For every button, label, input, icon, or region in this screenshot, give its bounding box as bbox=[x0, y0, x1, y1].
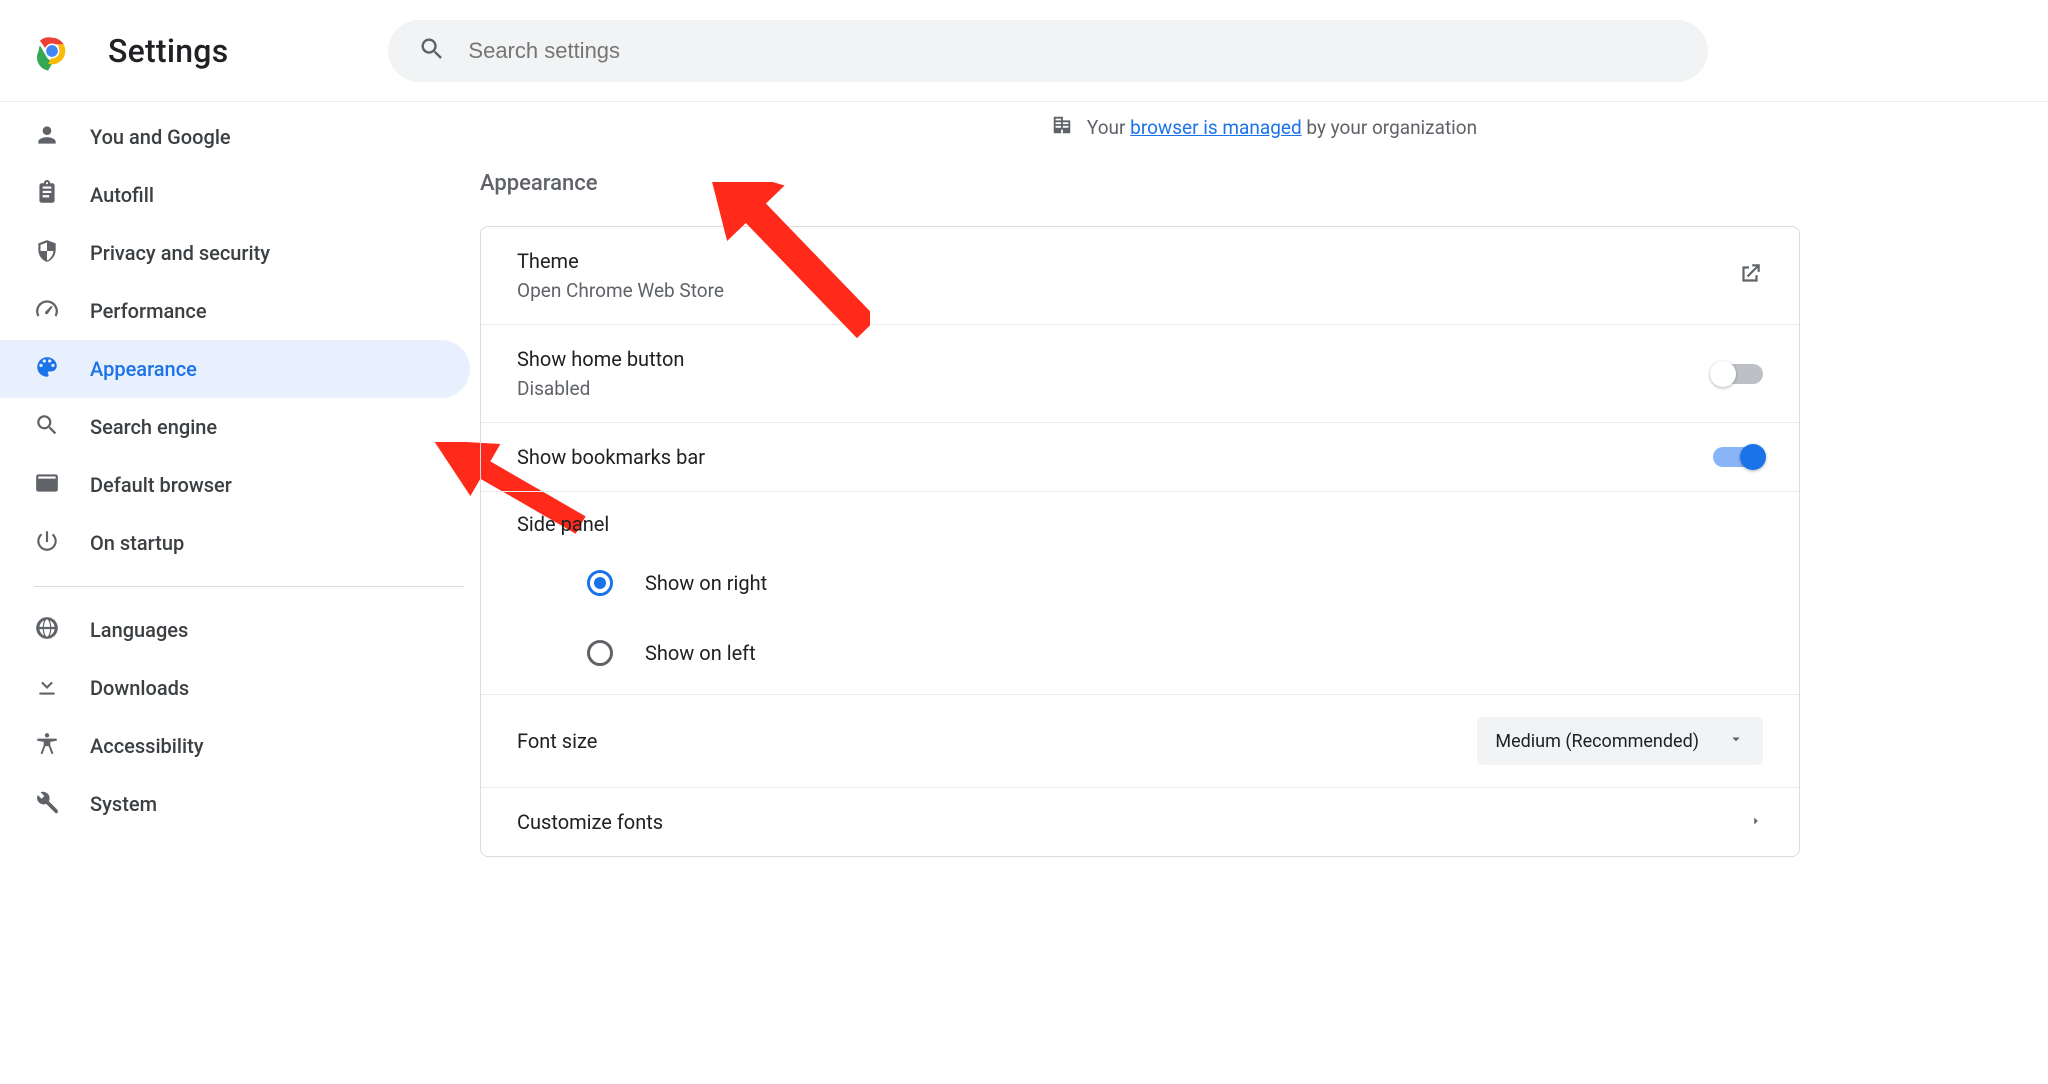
sidebar-item-label: Default browser bbox=[90, 473, 232, 497]
theme-row[interactable]: Theme Open Chrome Web Store bbox=[481, 227, 1799, 324]
palette-icon bbox=[34, 354, 60, 385]
sidebar-item-label: Appearance bbox=[90, 357, 197, 381]
bookmarks-bar-toggle[interactable] bbox=[1713, 447, 1763, 467]
settings-sidebar: You and Google Autofill Privacy and secu… bbox=[0, 102, 480, 1084]
shield-icon bbox=[34, 238, 60, 269]
sidebar-item-on-startup[interactable]: On startup bbox=[0, 514, 470, 572]
theme-label: Theme bbox=[517, 249, 724, 273]
sidebar-item-label: On startup bbox=[90, 531, 184, 555]
home-button-toggle[interactable] bbox=[1713, 364, 1763, 384]
search-icon bbox=[34, 412, 60, 443]
dropdown-value: Medium (Recommended) bbox=[1495, 731, 1699, 752]
sidebar-divider bbox=[34, 586, 464, 587]
font-size-label: Font size bbox=[517, 729, 597, 753]
home-button-sublabel: Disabled bbox=[517, 377, 684, 400]
external-link-icon bbox=[1737, 261, 1763, 291]
download-icon bbox=[34, 673, 60, 704]
app-header: Settings bbox=[0, 0, 2048, 102]
sidebar-item-languages[interactable]: Languages bbox=[0, 601, 470, 659]
managed-text: Your browser is managed by your organiza… bbox=[1087, 116, 1477, 139]
globe-icon bbox=[34, 615, 60, 646]
home-button-label: Show home button bbox=[517, 347, 684, 371]
sidebar-item-search-engine[interactable]: Search engine bbox=[0, 398, 470, 456]
person-icon bbox=[34, 122, 60, 153]
managed-link[interactable]: browser is managed bbox=[1130, 116, 1302, 139]
sidebar-item-label: Accessibility bbox=[90, 734, 204, 758]
search-settings-box[interactable] bbox=[388, 20, 1708, 82]
side-panel-title: Side panel bbox=[517, 492, 1763, 548]
sidebar-item-label: System bbox=[90, 792, 157, 816]
radio-label: Show on left bbox=[645, 641, 756, 665]
radio-icon bbox=[587, 640, 613, 666]
speedometer-icon bbox=[34, 296, 60, 327]
customize-fonts-row[interactable]: Customize fonts bbox=[481, 787, 1799, 856]
font-size-row: Font size Medium (Recommended) bbox=[481, 694, 1799, 787]
clipboard-icon bbox=[34, 180, 60, 211]
sidebar-item-label: You and Google bbox=[90, 125, 231, 149]
side-panel-right-option[interactable]: Show on right bbox=[517, 548, 1763, 618]
sidebar-item-downloads[interactable]: Downloads bbox=[0, 659, 470, 717]
page-title: Settings bbox=[108, 32, 228, 70]
sidebar-item-label: Downloads bbox=[90, 676, 189, 700]
sidebar-item-default-browser[interactable]: Default browser bbox=[0, 456, 470, 514]
search-input[interactable] bbox=[468, 38, 1678, 64]
accessibility-icon bbox=[34, 731, 60, 762]
chrome-logo-icon bbox=[32, 31, 72, 71]
bookmarks-bar-label: Show bookmarks bar bbox=[517, 445, 705, 469]
font-size-dropdown[interactable]: Medium (Recommended) bbox=[1477, 717, 1763, 765]
section-title-appearance: Appearance bbox=[480, 171, 2048, 196]
sidebar-item-label: Autofill bbox=[90, 183, 154, 207]
sidebar-item-label: Privacy and security bbox=[90, 241, 270, 265]
sidebar-item-appearance[interactable]: Appearance bbox=[0, 340, 470, 398]
managed-banner: Your browser is managed by your organiza… bbox=[480, 114, 2048, 141]
search-icon bbox=[418, 35, 468, 67]
chevron-down-icon bbox=[1727, 730, 1745, 753]
home-button-row: Show home button Disabled bbox=[481, 324, 1799, 422]
radio-label: Show on right bbox=[645, 571, 767, 595]
building-icon bbox=[1051, 114, 1073, 141]
sidebar-item-system[interactable]: System bbox=[0, 775, 470, 833]
sidebar-item-label: Languages bbox=[90, 618, 188, 642]
power-icon bbox=[34, 528, 60, 559]
sidebar-item-accessibility[interactable]: Accessibility bbox=[0, 717, 470, 775]
sidebar-item-label: Performance bbox=[90, 299, 207, 323]
sidebar-item-performance[interactable]: Performance bbox=[0, 282, 470, 340]
wrench-icon bbox=[34, 789, 60, 820]
customize-fonts-label: Customize fonts bbox=[517, 810, 663, 834]
browser-icon bbox=[34, 470, 60, 501]
settings-main: Your browser is managed by your organiza… bbox=[480, 102, 2048, 1084]
side-panel-group: Side panel Show on right Show on left bbox=[481, 491, 1799, 694]
sidebar-item-label: Search engine bbox=[90, 415, 217, 439]
bookmarks-bar-row: Show bookmarks bar bbox=[481, 422, 1799, 491]
appearance-card: Theme Open Chrome Web Store Show home bu… bbox=[480, 226, 1800, 857]
theme-sublabel: Open Chrome Web Store bbox=[517, 279, 724, 302]
radio-icon bbox=[587, 570, 613, 596]
sidebar-item-autofill[interactable]: Autofill bbox=[0, 166, 470, 224]
chevron-right-icon bbox=[1749, 813, 1763, 832]
sidebar-item-you-and-google[interactable]: You and Google bbox=[0, 108, 470, 166]
sidebar-item-privacy[interactable]: Privacy and security bbox=[0, 224, 470, 282]
side-panel-left-option[interactable]: Show on left bbox=[517, 618, 1763, 694]
